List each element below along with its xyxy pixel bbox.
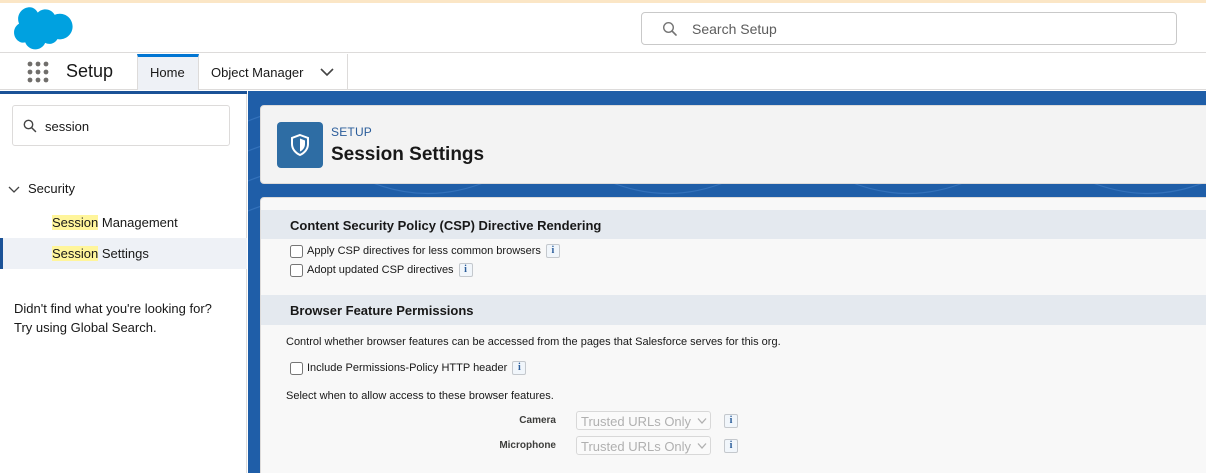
settings-panel: Content Security Policy (CSP) Directive …	[260, 197, 1206, 473]
global-header	[0, 3, 1206, 53]
not-found-line: Didn't find what you're looking for?	[14, 301, 212, 316]
tree-group-security[interactable]: Security	[8, 181, 75, 196]
salesforce-logo[interactable]	[13, 7, 73, 51]
tree-item-session-settings[interactable]: Session Settings	[0, 238, 247, 269]
option-label: Apply CSP directives for less common bro…	[307, 245, 541, 257]
section-browser-header: Browser Feature Permissions	[261, 295, 1206, 325]
search-highlight: Session	[52, 215, 99, 230]
tree-item-label: Session Management	[52, 215, 178, 230]
tab-object-manager[interactable]: Object Manager	[199, 54, 348, 90]
permissions-policy-option[interactable]: Include Permissions-Policy HTTP header i	[290, 361, 527, 375]
global-search-hint: Try using Global Search.	[14, 320, 157, 335]
info-icon[interactable]: i	[724, 414, 738, 428]
quick-find-input[interactable]	[45, 115, 220, 137]
page-title: Session Settings	[331, 144, 485, 165]
page-header: SETUP Session Settings	[260, 105, 1206, 184]
setup-sidebar: Security Session Management Session Sett…	[0, 91, 247, 473]
search-setup-box[interactable]	[641, 12, 1177, 45]
search-icon	[23, 119, 37, 133]
search-setup-input[interactable]	[692, 17, 1162, 41]
chevron-down-icon[interactable]	[8, 183, 20, 195]
csp-less-common-option[interactable]: Apply CSP directives for less common bro…	[290, 244, 560, 258]
info-icon[interactable]: i	[458, 263, 473, 277]
select-prompt: Select when to allow access to these bro…	[286, 390, 554, 402]
csp-updated-checkbox[interactable]	[290, 263, 303, 277]
microphone-select[interactable]: Trusted URLs Only	[576, 436, 711, 455]
tree-group-label: Security	[28, 181, 75, 196]
info-icon[interactable]: i	[545, 244, 560, 258]
tab-home[interactable]: Home	[137, 54, 199, 90]
search-highlight: Session	[52, 246, 99, 261]
chevron-down-icon[interactable]	[320, 67, 334, 77]
camera-select[interactable]: Trusted URLs Only	[576, 411, 711, 430]
search-icon	[662, 21, 677, 36]
main-content: SETUP Session Settings Content Security …	[248, 91, 1206, 473]
page-eyebrow: SETUP	[331, 125, 373, 139]
tree-item-label-rest: Settings	[98, 246, 149, 261]
not-found-hint: Didn't find what you're looking for? Try…	[14, 299, 239, 337]
info-icon[interactable]: i	[512, 361, 527, 375]
shield-icon	[277, 122, 323, 168]
section-csp-header: Content Security Policy (CSP) Directive …	[261, 210, 1206, 239]
section-title: Content Security Policy (CSP) Directive …	[290, 218, 602, 233]
permissions-policy-checkbox[interactable]	[290, 361, 303, 375]
chevron-down-icon	[697, 418, 707, 424]
option-label: Include Permissions-Policy HTTP header	[307, 362, 508, 374]
chevron-down-icon	[697, 443, 707, 449]
tab-home-label: Home	[150, 65, 185, 80]
select-value: Trusted URLs Only	[581, 414, 692, 429]
csp-less-common-checkbox[interactable]	[290, 244, 303, 258]
info-icon[interactable]: i	[724, 439, 738, 453]
csp-updated-option[interactable]: Adopt updated CSP directives i	[290, 263, 473, 277]
quick-find-box[interactable]	[12, 105, 230, 146]
select-value: Trusted URLs Only	[581, 439, 692, 454]
option-label: Adopt updated CSP directives	[307, 264, 454, 276]
app-launcher-icon[interactable]	[27, 61, 49, 83]
tree-item-label-rest: Management	[98, 215, 178, 230]
context-bar: Setup Home Object Manager	[0, 54, 1206, 90]
microphone-label: Microphone	[499, 440, 556, 451]
tree-item-session-management[interactable]: Session Management	[0, 207, 247, 238]
browser-description: Control whether browser features can be …	[286, 336, 781, 348]
section-title: Browser Feature Permissions	[290, 303, 474, 318]
tree-item-label: Session Settings	[52, 246, 149, 261]
app-name: Setup	[66, 61, 114, 81]
tab-object-manager-label: Object Manager	[211, 65, 304, 80]
camera-label: Camera	[519, 415, 556, 426]
